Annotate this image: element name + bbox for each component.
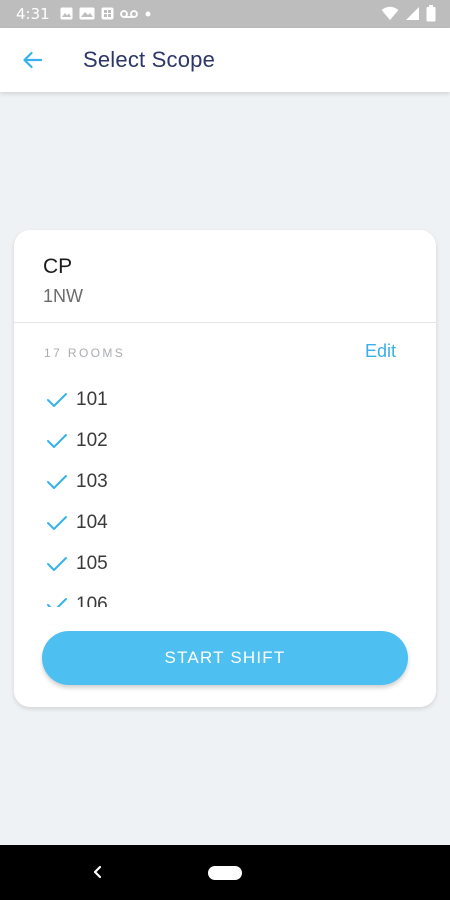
- photo-icon: [60, 7, 73, 20]
- start-shift-button[interactable]: START SHIFT: [42, 631, 408, 685]
- room-list[interactable]: 101 102 103 104 105 106: [14, 379, 436, 607]
- voicemail-icon: [120, 9, 138, 18]
- arrow-left-icon: [23, 51, 42, 69]
- room-item-103: 103: [46, 461, 108, 502]
- signal-icon: [406, 7, 419, 20]
- dot-icon: [145, 11, 151, 16]
- check-icon: [47, 515, 67, 530]
- room-number: 106: [76, 593, 108, 608]
- status-bar: 4:31: [0, 0, 450, 28]
- room-number: 104: [76, 511, 108, 533]
- nav-home-pill[interactable]: [208, 866, 242, 880]
- nav-back-icon[interactable]: [88, 862, 108, 882]
- room-item-101: 101: [46, 379, 108, 420]
- room-number: 105: [76, 552, 108, 574]
- scope-card: CP 1NW 17 ROOMS Edit 101 102 103 104 105…: [14, 230, 436, 707]
- unit-subtitle: 1NW: [43, 286, 83, 306]
- room-number: 103: [76, 470, 108, 492]
- room-item-102: 102: [46, 420, 108, 461]
- status-right-icons: [381, 5, 436, 22]
- check-icon: [47, 556, 67, 571]
- room-number: 101: [76, 388, 108, 410]
- status-left-icons: [60, 7, 152, 20]
- check-icon: [47, 433, 67, 448]
- image-icon: [79, 7, 95, 20]
- unit-name: CP: [43, 255, 73, 278]
- card-divider: [14, 322, 436, 323]
- edit-rooms-link[interactable]: Edit: [365, 341, 396, 362]
- page-title: Select Scope: [83, 47, 216, 72]
- battery-icon: [426, 5, 436, 22]
- status-time: 4:31: [16, 5, 50, 23]
- app-bar: Select Scope: [0, 28, 450, 92]
- rooms-count-label: 17 ROOMS: [44, 346, 126, 360]
- check-icon: [47, 392, 67, 407]
- wifi-icon: [381, 6, 399, 20]
- room-item-106: 106: [46, 584, 108, 607]
- system-nav-bar: [0, 845, 450, 900]
- room-number: 102: [76, 429, 108, 451]
- room-item-105: 105: [46, 543, 108, 584]
- room-item-104: 104: [46, 502, 108, 543]
- check-icon: [47, 474, 67, 489]
- app-icon: [101, 7, 114, 20]
- check-icon: [47, 597, 67, 607]
- back-button[interactable]: [14, 46, 50, 74]
